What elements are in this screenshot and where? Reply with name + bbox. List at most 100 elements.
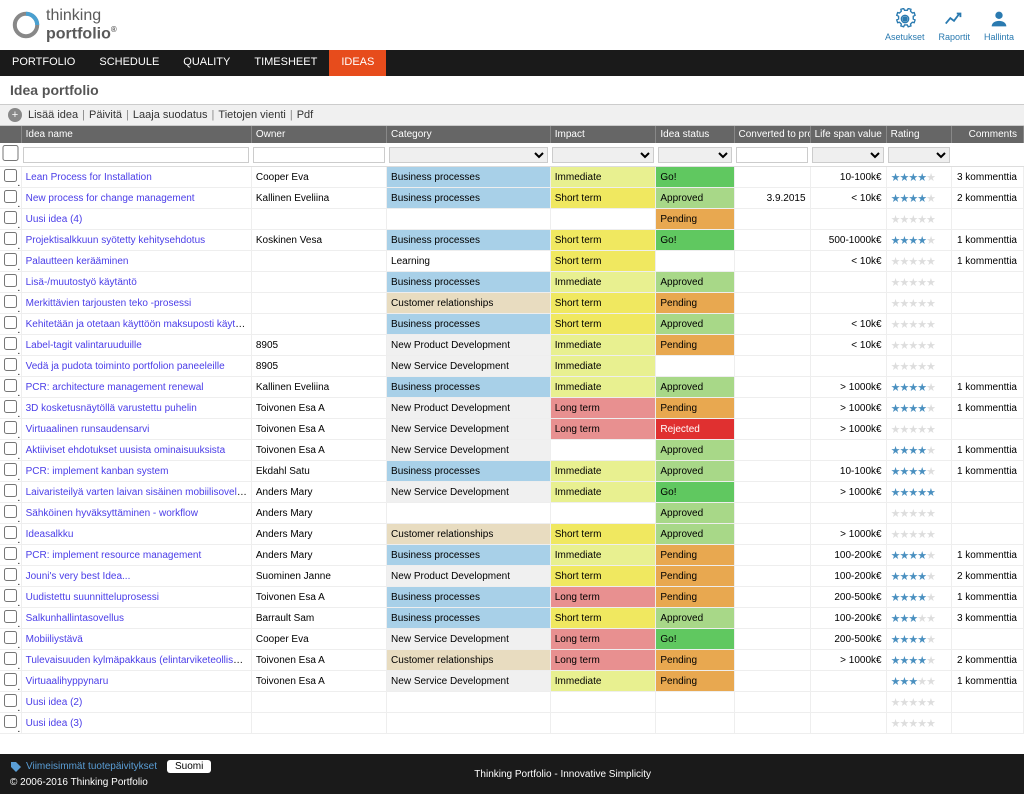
cell-comments[interactable]: 1 kommenttia <box>952 671 1024 692</box>
cell-comments[interactable]: 1 kommenttia <box>952 440 1024 461</box>
cell-comments[interactable] <box>952 272 1024 293</box>
cell-rating[interactable]: ★★★★★ <box>886 566 951 587</box>
idea-link[interactable]: Mobiiliystävä <box>26 634 83 645</box>
idea-link[interactable]: Lisä-/muutostyö käytäntö <box>26 277 137 288</box>
idea-link[interactable]: Palautteen kerääminen <box>26 256 129 267</box>
cell-rating[interactable]: ★★★★★ <box>886 188 951 209</box>
cell-comments[interactable] <box>952 692 1024 713</box>
idea-link[interactable]: Virtuaalinen runsaudensarvi <box>26 424 150 435</box>
cell-comments[interactable] <box>952 503 1024 524</box>
cell-rating[interactable]: ★★★★★ <box>886 230 951 251</box>
col-header[interactable]: Comments <box>952 126 1024 143</box>
idea-link[interactable]: 3D kosketusnäytöllä varustettu puhelin <box>26 403 197 414</box>
cell-comments[interactable] <box>952 356 1024 377</box>
filter-rating[interactable] <box>888 147 949 163</box>
idea-link[interactable]: PCR: implement kanban system <box>26 466 169 477</box>
col-header[interactable] <box>0 126 21 143</box>
cell-comments[interactable]: 1 kommenttia <box>952 545 1024 566</box>
add-icon[interactable]: + <box>8 108 22 122</box>
idea-link[interactable]: Uusi idea (3) <box>26 718 83 729</box>
idea-link[interactable]: New process for change management <box>26 193 195 204</box>
toolbar-add[interactable]: Lisää idea <box>28 109 78 121</box>
idea-link[interactable]: Salkunhallintasovellus <box>26 613 124 624</box>
idea-link[interactable]: Uudistettu suunnitteluprosessi <box>26 592 159 603</box>
cell-rating[interactable]: ★★★★★ <box>886 209 951 230</box>
cell-comments[interactable] <box>952 482 1024 503</box>
cell-rating[interactable]: ★★★★★ <box>886 482 951 503</box>
filter-status[interactable] <box>658 147 732 163</box>
row-checkbox[interactable] <box>4 400 17 413</box>
cell-comments[interactable]: 1 kommenttia <box>952 230 1024 251</box>
header-action-hallinta[interactable]: Hallinta <box>984 8 1014 42</box>
idea-link[interactable]: Aktiiviset ehdotukset uusista ominaisuuk… <box>26 445 226 456</box>
cell-rating[interactable]: ★★★★★ <box>886 671 951 692</box>
cell-rating[interactable]: ★★★★★ <box>886 503 951 524</box>
idea-link[interactable]: Uusi idea (2) <box>26 697 83 708</box>
row-checkbox[interactable] <box>4 190 17 203</box>
header-action-asetukset[interactable]: Asetukset <box>885 8 925 42</box>
row-checkbox[interactable] <box>4 589 17 602</box>
cell-rating[interactable]: ★★★★★ <box>886 440 951 461</box>
row-checkbox[interactable] <box>4 568 17 581</box>
row-checkbox[interactable] <box>4 505 17 518</box>
row-checkbox[interactable] <box>4 295 17 308</box>
row-checkbox[interactable] <box>4 715 17 728</box>
cell-comments[interactable]: 1 kommenttia <box>952 377 1024 398</box>
cell-comments[interactable] <box>952 293 1024 314</box>
cell-rating[interactable]: ★★★★★ <box>886 272 951 293</box>
cell-rating[interactable]: ★★★★★ <box>886 293 951 314</box>
header-action-raportit[interactable]: Raportit <box>938 8 970 42</box>
cell-rating[interactable]: ★★★★★ <box>886 335 951 356</box>
col-header[interactable]: Idea name <box>21 126 251 143</box>
cell-rating[interactable]: ★★★★★ <box>886 419 951 440</box>
idea-link[interactable]: Tulevaisuuden kylmäpakkaus (elintarviket… <box>26 655 252 666</box>
col-header[interactable]: Owner <box>251 126 386 143</box>
row-checkbox[interactable] <box>4 211 17 224</box>
cell-rating[interactable]: ★★★★★ <box>886 314 951 335</box>
idea-link[interactable]: Uusi idea (4) <box>26 214 83 225</box>
idea-link[interactable]: Lean Process for Installation <box>26 172 152 183</box>
cell-rating[interactable]: ★★★★★ <box>886 251 951 272</box>
idea-link[interactable]: Sähköinen hyväksyttäminen - workflow <box>26 508 198 519</box>
cell-rating[interactable]: ★★★★★ <box>886 461 951 482</box>
nav-ideas[interactable]: IDEAS <box>329 50 386 76</box>
cell-rating[interactable]: ★★★★★ <box>886 650 951 671</box>
row-checkbox[interactable] <box>4 694 17 707</box>
toolbar-export[interactable]: Tietojen vienti <box>218 109 285 121</box>
col-header[interactable]: Category <box>387 126 551 143</box>
cell-rating[interactable]: ★★★★★ <box>886 356 951 377</box>
row-checkbox[interactable] <box>4 484 17 497</box>
row-checkbox[interactable] <box>4 463 17 476</box>
cell-comments[interactable]: 1 kommenttia <box>952 587 1024 608</box>
row-checkbox[interactable] <box>4 253 17 266</box>
cell-comments[interactable]: 2 kommenttia <box>952 566 1024 587</box>
cell-rating[interactable]: ★★★★★ <box>886 608 951 629</box>
row-checkbox[interactable] <box>4 421 17 434</box>
cell-rating[interactable]: ★★★★★ <box>886 587 951 608</box>
row-checkbox[interactable] <box>4 547 17 560</box>
toolbar-pdf[interactable]: Pdf <box>297 109 314 121</box>
col-header[interactable]: Impact <box>550 126 656 143</box>
cell-comments[interactable]: 1 kommenttia <box>952 461 1024 482</box>
row-checkbox[interactable] <box>4 631 17 644</box>
cell-comments[interactable] <box>952 209 1024 230</box>
cell-comments[interactable] <box>952 419 1024 440</box>
nav-quality[interactable]: QUALITY <box>171 50 242 76</box>
row-checkbox[interactable] <box>4 673 17 686</box>
filter-name[interactable] <box>23 147 249 163</box>
row-checkbox[interactable] <box>4 316 17 329</box>
col-header[interactable]: Idea status <box>656 126 734 143</box>
filter-lifespan[interactable] <box>812 147 884 163</box>
cell-comments[interactable] <box>952 524 1024 545</box>
cell-rating[interactable]: ★★★★★ <box>886 692 951 713</box>
nav-timesheet[interactable]: TIMESHEET <box>242 50 329 76</box>
idea-link[interactable]: Laivaristeilyä varten laivan sisäinen mo… <box>26 487 250 498</box>
row-checkbox[interactable] <box>4 232 17 245</box>
cell-comments[interactable]: 1 kommenttia <box>952 398 1024 419</box>
nav-schedule[interactable]: SCHEDULE <box>87 50 171 76</box>
toolbar-filter[interactable]: Laaja suodatus <box>133 109 208 121</box>
nav-portfolio[interactable]: PORTFOLIO <box>0 50 87 76</box>
row-checkbox[interactable] <box>4 652 17 665</box>
footer-updates-link[interactable]: Viimeisimmät tuotepäivitykset <box>10 761 157 773</box>
row-checkbox[interactable] <box>4 169 17 182</box>
